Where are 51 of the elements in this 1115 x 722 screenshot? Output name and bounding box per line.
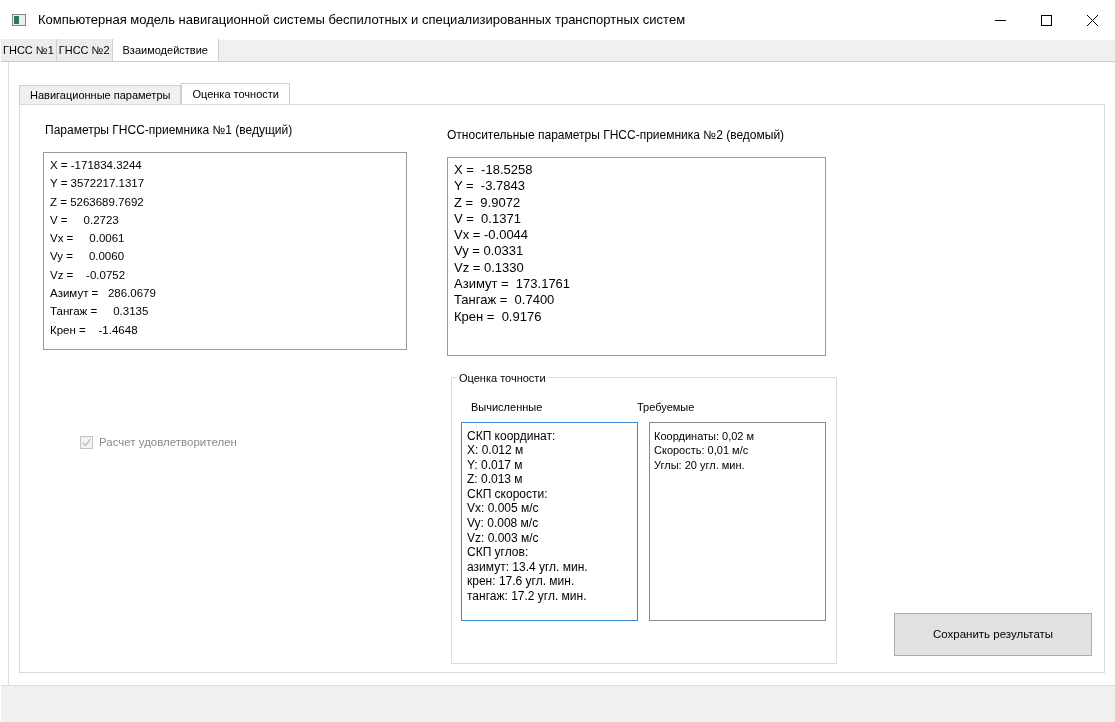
value-line: V = 0.2723 xyxy=(50,212,119,228)
value-line: Тангаж = 0.3135 xyxy=(50,304,149,320)
value-line: X: 0.012 м xyxy=(467,443,524,458)
value-line: Координаты: 0,02 м xyxy=(654,428,755,444)
value-line: Углы: 20 угл. мин. xyxy=(654,457,745,473)
value-line: Крен = -1.4648 xyxy=(50,322,138,338)
value-line: Vz = -0.0752 xyxy=(50,267,126,283)
value-line: Vy = 0.0331 xyxy=(454,243,524,260)
text-area[interactable]: СКП координат: X: 0.012 м Y: 0.017 м Z: 0.013 м СКП скорости: Vx: 0.005 м/с Vy: 0.008 м/с Vz: 0.003 м/с СКП углов: азимут: 13.4 угл. мин. крен: 17.6 угл. мин. тангаж: 17.2 угл. мин. xyxy=(461,421,638,621)
value-line: Z = 5263689.7692 xyxy=(50,194,144,210)
value-line: крен: 17.6 угл. мин. xyxy=(467,574,575,590)
window-title: Компьютерная модель навигационной системы беспилотных и специализированных транспортных систем xyxy=(38,11,686,30)
value-line: Vy: 0.008 м/с xyxy=(467,516,539,531)
value-line: X = -18.5258 xyxy=(454,162,533,179)
value-line: Z: 0.013 м xyxy=(467,472,523,487)
value-line: Vz: 0.003 м/с xyxy=(467,530,539,546)
value-line: V = 0.1371 xyxy=(454,210,521,228)
value-line: Vx = -0.0044 xyxy=(454,227,529,244)
value-line: Крен = 0.9176 xyxy=(454,308,542,325)
column-label: Вычисленные xyxy=(471,400,543,415)
tab[interactable]: Оценка точности xyxy=(181,83,290,105)
value-line: СКП скорости: xyxy=(467,486,548,502)
value-line: Скорость: 0,01 м/с xyxy=(654,443,749,458)
section-title: Относительные параметры ГНСС-приемника №2 (ведомый) xyxy=(447,127,785,144)
value-line: Y: 0.017 м xyxy=(467,457,523,473)
value-line: СКП углов: xyxy=(467,545,529,560)
value-line: Vx: 0.005 м/с xyxy=(467,501,539,517)
section-title: Параметры ГНСС-приемника №1 (ведущий) xyxy=(45,122,293,139)
value-line: Y = 3572217.1317 xyxy=(50,176,145,192)
column-label: Требуемые xyxy=(637,400,695,415)
value-line: Z = 9.9072 xyxy=(454,194,521,211)
value-line: Тангаж = 0.7400 xyxy=(454,292,555,309)
value-line: X = -171834.3244 xyxy=(50,158,142,173)
value-line: Азимут = 173.1761 xyxy=(454,276,571,293)
save-button[interactable]: Сохранить результаты xyxy=(894,613,1092,656)
maximize-icon xyxy=(1040,14,1052,26)
value-line: Vy = 0.0060 xyxy=(50,249,125,265)
value-line: Vz = 0.1330 xyxy=(454,259,524,277)
app-icon xyxy=(12,14,26,26)
value-line: СКП координат: xyxy=(467,428,556,444)
value-line: азимут: 13.4 угл. мин. xyxy=(467,559,588,575)
value-line: Y = -3.7843 xyxy=(454,178,525,195)
tab[interactable]: ГНСС №2 xyxy=(56,39,113,61)
tab[interactable]: ГНСС №1 xyxy=(1,39,57,61)
value-line: Азимут = 286.0679 xyxy=(50,286,156,302)
close-icon xyxy=(1086,14,1098,26)
tab[interactable]: Навигационные параметры xyxy=(19,85,182,105)
value-line: Vx = 0.0061 xyxy=(50,231,125,247)
checkbox-label: Расчет удовлетворителен xyxy=(99,435,237,450)
tab[interactable]: Взаимодействие xyxy=(112,39,219,61)
value-line: тангаж: 17.2 угл. мин. xyxy=(467,589,587,604)
